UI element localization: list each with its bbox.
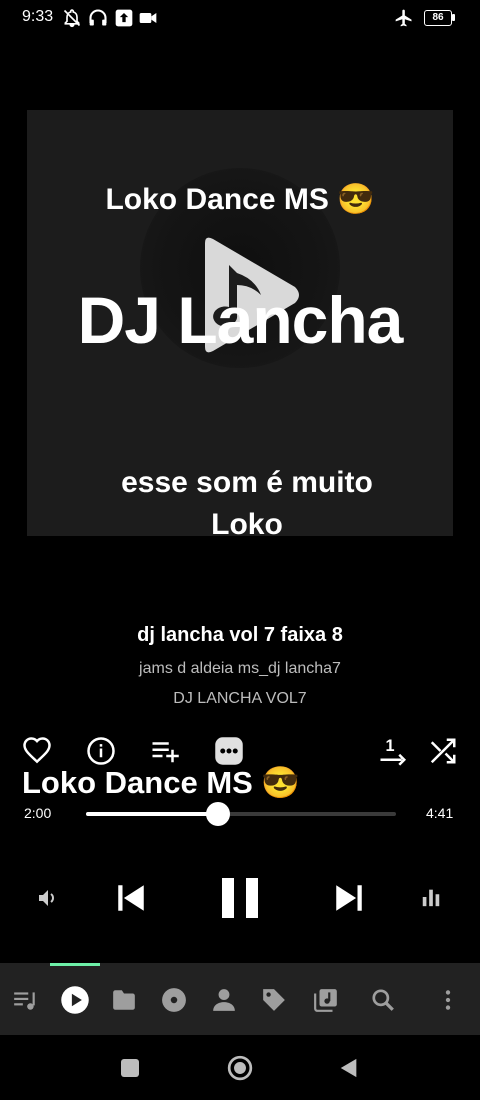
track-artist[interactable]: jams d aldeia ms_dj lancha7: [0, 660, 480, 678]
add-to-playlist-icon[interactable]: [150, 736, 180, 766]
status-bar: 9:33 86: [0, 0, 480, 36]
track-album[interactable]: DJ LANCHA VOL7: [0, 690, 480, 708]
elapsed-time: 2:00: [24, 805, 52, 821]
playlist-icon[interactable]: [313, 987, 339, 1013]
headphones-icon: [89, 9, 107, 26]
svg-text:1: 1: [386, 737, 395, 755]
seek-bar-thumb[interactable]: [206, 802, 231, 826]
queue-icon[interactable]: [12, 987, 38, 1013]
notifications-off-icon: [63, 9, 81, 28]
seek-bar-progress: [86, 812, 219, 816]
video-camera-icon: [139, 13, 157, 23]
artwork-subtitle: esse som é muito Loko: [121, 466, 373, 541]
track-title[interactable]: dj lancha vol 7 faixa 8: [0, 624, 480, 647]
nav-active-indicator: [50, 963, 100, 966]
artist-icon[interactable]: [211, 987, 237, 1013]
equalizer-icon[interactable]: [420, 886, 442, 908]
tag-icon[interactable]: [261, 987, 287, 1013]
pause-icon[interactable]: [216, 874, 264, 922]
repeat-one-icon[interactable]: 1: [378, 736, 408, 766]
search-icon[interactable]: [370, 987, 396, 1013]
next-track-icon[interactable]: [332, 881, 366, 915]
favorite-heart-icon[interactable]: [22, 736, 52, 766]
overlay-title: Loko Dance MS 😎: [22, 765, 301, 800]
previous-track-icon[interactable]: [114, 881, 148, 915]
airplane-mode-icon: [395, 9, 412, 27]
battery-icon: 86: [424, 10, 452, 26]
shuffle-icon[interactable]: [428, 736, 458, 766]
volume-icon[interactable]: [36, 886, 60, 910]
home-button[interactable]: [227, 1055, 253, 1081]
battery-tip: [452, 14, 455, 21]
album-icon[interactable]: [161, 987, 187, 1013]
total-time: 4:41: [426, 805, 454, 821]
back-button[interactable]: [338, 1057, 360, 1079]
recents-button[interactable]: [121, 1059, 139, 1077]
status-time: 9:33: [22, 8, 54, 25]
album-artwork[interactable]: Loko Dance MS 😎 DJ Lancha esse som é mui…: [27, 110, 453, 541]
battery-level: 86: [432, 12, 444, 23]
upload-icon: [115, 9, 133, 27]
now-playing-icon[interactable]: [60, 985, 90, 1015]
more-vert-icon[interactable]: [435, 987, 461, 1013]
artwork-big-text: DJ Lancha: [77, 283, 404, 357]
folder-icon[interactable]: [111, 987, 137, 1013]
artwork-title: Loko Dance MS 😎: [105, 183, 375, 216]
more-options-icon[interactable]: [214, 736, 244, 766]
info-icon[interactable]: [86, 736, 116, 766]
